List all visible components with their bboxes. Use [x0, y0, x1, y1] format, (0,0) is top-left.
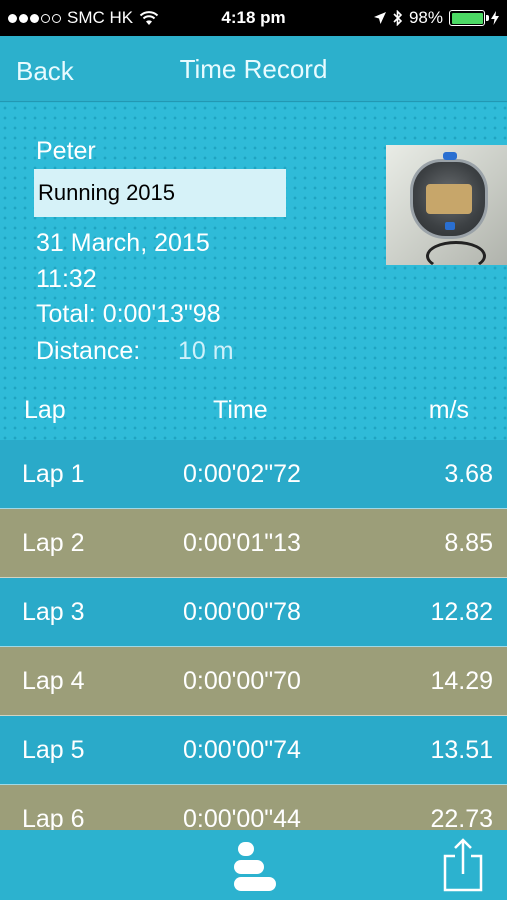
record-time: 11:32: [36, 265, 97, 293]
lap-row[interactable]: Lap 2 0:00'01"13 8.85: [0, 509, 507, 578]
column-header-time: Time: [213, 396, 268, 424]
lap-row[interactable]: Lap 4 0:00'00"70 14.29: [0, 647, 507, 716]
lap-speed: 3.68: [444, 460, 493, 488]
stopwatch-image: [410, 152, 488, 239]
wifi-icon: [139, 11, 159, 25]
laps-table[interactable]: Lap 1 0:00'02"72 3.68 Lap 2 0:00'01"13 8…: [0, 440, 507, 830]
bar-stats-icon[interactable]: [232, 840, 278, 892]
record-date: 31 March, 2015: [36, 229, 210, 257]
distance-value[interactable]: 10 m: [178, 337, 234, 366]
bluetooth-icon: [393, 10, 403, 26]
status-bar: SMC HK 4:18 pm 98%: [0, 0, 507, 36]
carrier-label: SMC HK: [67, 8, 134, 27]
navigation-bar: Back Time Record: [0, 36, 507, 102]
lap-speed: 13.51: [430, 736, 493, 764]
event-name-field[interactable]: [34, 169, 286, 217]
total-time: Total: 0:00'13"98: [36, 300, 221, 328]
status-right: 98%: [373, 8, 499, 28]
lap-speed: 12.82: [430, 598, 493, 626]
lap-time: 0:00'00"44: [183, 805, 301, 830]
distance-label: Distance:: [36, 337, 141, 365]
lap-time: 0:00'00"74: [183, 736, 301, 764]
charging-bolt-icon: [491, 11, 499, 25]
athlete-name: Peter: [36, 137, 96, 165]
record-header: Peter 31 March, 2015 11:32 Total: 0:00'1…: [0, 103, 507, 440]
lap-label: Lap 2: [22, 529, 85, 557]
lap-time: 0:00'00"70: [183, 667, 301, 695]
share-icon[interactable]: [442, 838, 484, 892]
lap-label: Lap 3: [22, 598, 85, 626]
column-header-lap: Lap: [24, 396, 66, 424]
lap-row[interactable]: Lap 5 0:00'00"74 13.51: [0, 716, 507, 785]
bottom-toolbar: [0, 830, 507, 900]
lap-label: Lap 4: [22, 667, 85, 695]
column-header-speed: m/s: [428, 396, 469, 424]
lap-time: 0:00'02"72: [183, 460, 301, 488]
status-left: SMC HK: [8, 8, 159, 28]
location-arrow-icon: [373, 12, 386, 24]
lap-label: Lap 6: [22, 805, 85, 830]
signal-strength-icon: [8, 13, 61, 23]
page-title: Time Record: [179, 54, 328, 84]
battery-icon: [449, 10, 489, 26]
lap-time: 0:00'01"13: [183, 529, 301, 557]
lap-speed: 22.73: [430, 805, 493, 830]
lap-row[interactable]: Lap 3 0:00'00"78 12.82: [0, 578, 507, 647]
lap-label: Lap 1: [22, 460, 85, 488]
lap-speed: 8.85: [444, 529, 493, 557]
lap-label: Lap 5: [22, 736, 85, 764]
battery-percent: 98%: [408, 8, 443, 27]
lap-speed: 14.29: [430, 667, 493, 695]
lap-time: 0:00'00"78: [183, 598, 301, 626]
stopwatch-photo[interactable]: [386, 145, 507, 265]
lap-row[interactable]: Lap 6 0:00'00"44 22.73: [0, 785, 507, 830]
lap-row[interactable]: Lap 1 0:00'02"72 3.68: [0, 440, 507, 509]
